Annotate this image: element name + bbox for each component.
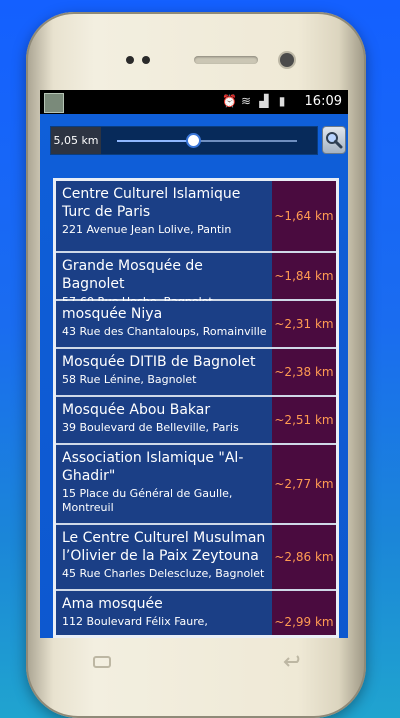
mosque-list-item[interactable]: mosquée Niya 43 Rue des Chantaloups, Roma… — [56, 301, 336, 349]
mosque-info: mosquée Niya 43 Rue des Chantaloups, Roma… — [62, 305, 268, 339]
mosque-list-item[interactable]: Mosquée DITIB de Bagnolet 58 Rue Lénine, … — [56, 349, 336, 397]
mosque-address: 39 Boulevard de Belleville, Paris — [62, 421, 239, 434]
distance-value: 5,05 km — [51, 127, 101, 154]
mosque-info: Centre Culturel Islamique Turc de Paris 2… — [62, 185, 268, 237]
mosque-address: 112 Boulevard Félix Faure, — [62, 615, 208, 628]
mosque-list: Centre Culturel Islamique Turc de Paris 2… — [53, 178, 339, 638]
mosque-list-item[interactable]: Association Islamique "Al-Ghadir" 15 Plac… — [56, 445, 336, 525]
mosque-info: Le Centre Culturel Musulman l’Olivier de… — [62, 529, 268, 581]
mosque-info: Mosquée Abou Bakar 39 Boulevard de Bellev… — [62, 401, 268, 435]
mosque-distance: ~1,64 km — [272, 181, 336, 251]
app-content: 5,05 km Centre Culturel Islamique Turc d… — [40, 114, 348, 638]
mosque-distance: ~2,86 km — [272, 525, 336, 589]
mosque-info: Ama mosquée 112 Boulevard Félix Faure, — [62, 595, 268, 629]
mosque-address: 58 Rue Lénine, Bagnolet — [62, 373, 197, 386]
mosque-list-item[interactable]: Ama mosquée 112 Boulevard Félix Faure, ~2,… — [56, 591, 336, 635]
mosque-name: Grande Mosquée de Bagnolet — [62, 258, 203, 292]
distance-filter-bar: 5,05 km — [50, 126, 318, 155]
signal-icon: ▟ — [259, 94, 269, 108]
recent-apps-icon[interactable] — [92, 654, 112, 668]
search-button[interactable] — [322, 126, 346, 154]
mosque-name: Mosquée Abou Bakar — [62, 402, 211, 418]
mosque-name: Centre Culturel Islamique Turc de Paris — [62, 186, 241, 220]
mosque-address: 43 Rue des Chantaloups, Romainville — [62, 325, 267, 338]
mosque-info: Mosquée DITIB de Bagnolet 58 Rue Lénine, … — [62, 353, 268, 387]
mosque-name: mosquée Niya — [62, 306, 163, 322]
mosque-distance: ~2,99 km — [272, 591, 336, 635]
mosque-address: 221 Avenue Jean Lolive, Pantin — [62, 223, 232, 236]
wifi-icon: ≋ — [240, 94, 252, 108]
mosque-distance: ~1,84 km — [272, 253, 336, 299]
status-time: 16:09 — [304, 94, 342, 109]
status-bar: ⏰ ≋ ▟ ▮ 16:09 — [40, 90, 348, 114]
back-icon[interactable] — [283, 654, 303, 668]
mosque-list-item[interactable]: Grande Mosquée de Bagnolet57-60 Rue Hoch… — [56, 253, 336, 308]
battery-icon: ▮ — [278, 94, 286, 108]
alarm-icon: ⏰ — [222, 94, 237, 108]
mosque-name: Ama mosquée — [62, 596, 163, 612]
mosque-name: Association Islamique "Al-Ghadir" — [62, 450, 244, 484]
distance-slider-fill — [117, 140, 193, 142]
mosque-address: 15 Place du Général de Gaulle, Montreuil — [62, 487, 233, 514]
mosque-distance: ~2,51 km — [272, 397, 336, 443]
front-camera — [280, 53, 294, 67]
mosque-list-item[interactable]: Mosquée Abou Bakar 39 Boulevard de Bellev… — [56, 397, 336, 445]
sensor-dot — [142, 56, 150, 64]
mosque-list-item[interactable]: Le Centre Culturel Musulman l’Olivier de… — [56, 525, 336, 591]
mosque-list-item[interactable]: Centre Culturel Islamique Turc de Paris 2… — [56, 181, 336, 253]
mosque-distance: ~2,31 km — [272, 301, 336, 347]
earpiece-speaker — [194, 56, 258, 64]
mosque-name: Mosquée DITIB de Bagnolet — [62, 354, 256, 370]
phone-screen: ⏰ ≋ ▟ ▮ 16:09 5,05 km Centre Culturel Is… — [40, 90, 348, 638]
distance-slider-thumb[interactable] — [185, 133, 201, 148]
mosque-address: 45 Rue Charles Delescluze, Bagnolet — [62, 567, 265, 580]
mosque-distance: ~2,38 km — [272, 349, 336, 395]
mosque-name: Le Centre Culturel Musulman l’Olivier de… — [62, 530, 266, 564]
magnifier-icon — [326, 132, 343, 149]
app-notification-icon — [44, 93, 64, 113]
mosque-info: Association Islamique "Al-Ghadir" 15 Plac… — [62, 449, 268, 515]
sensor-dot — [126, 56, 134, 64]
mosque-distance: ~2,77 km — [272, 445, 336, 523]
